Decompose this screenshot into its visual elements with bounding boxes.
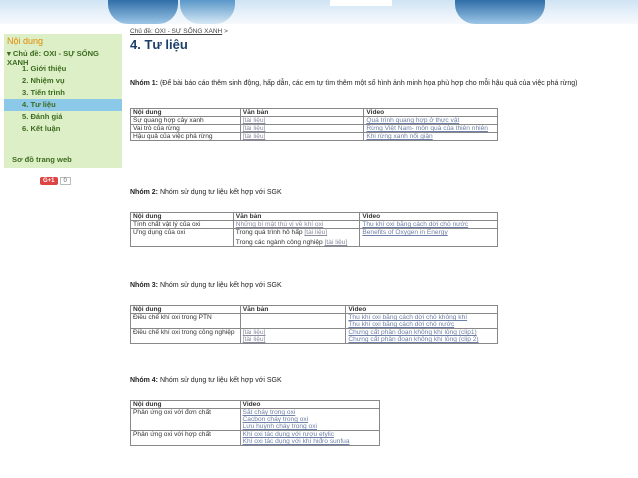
- gplus-widget: G+1 0: [40, 177, 71, 185]
- empty-cell: [239, 313, 347, 329]
- document-link[interactable]: [tài liệu]: [304, 229, 327, 236]
- table-row: Tính chất vật lý của oxi Những bí mật th…: [130, 220, 498, 229]
- column-header: Văn bản: [232, 212, 361, 221]
- group1-table: Nội dung Văn bản Video Sự quang hợp cây …: [130, 108, 498, 141]
- group4-description: Nhóm sử dụng tư liệu kết hợp với SGK: [159, 377, 282, 384]
- video-link[interactable]: Cacbon cháy trong oxi: [243, 416, 309, 423]
- gplus-button[interactable]: G+1: [40, 177, 58, 185]
- table-header-row: Nội dung Video: [130, 400, 381, 409]
- sidebar-item-tien-trinh[interactable]: 3. Tiến trình: [4, 87, 122, 99]
- sidebar-item-danh-gia[interactable]: 5. Đánh giá: [4, 111, 122, 123]
- column-header: Nội dung: [130, 212, 234, 221]
- table-row: Phản ứng oxi với hợp chất Khí oxi tác dụ…: [130, 430, 381, 446]
- document-link[interactable]: [tài liệu]: [243, 133, 266, 140]
- column-header: Video: [363, 108, 498, 117]
- document-link[interactable]: Những bí mật thú vị về khí oxi: [236, 221, 324, 228]
- document-label: Trong các ngành công nghiệp: [235, 239, 323, 246]
- table-row: Điều chế khí oxi trong công nghiệp [tài …: [130, 328, 498, 344]
- group2-table: Nội dung Văn bản Video Tính chất vật lý …: [130, 212, 498, 247]
- gplus-count: 0: [59, 177, 71, 185]
- group1-label: Nhóm 1:: [130, 80, 158, 87]
- video-link[interactable]: Thu khí oxi bằng cách dời chỗ nước: [348, 321, 454, 328]
- table-row: Ứng dụng của oxi Trong quá trình hô hấp …: [130, 228, 498, 247]
- video-link[interactable]: Khí oxi tác dụng với khí hiđro sunfua: [243, 438, 350, 445]
- column-header: Nội dung: [130, 108, 241, 117]
- header-banner: [0, 0, 638, 24]
- table-header-row: Nội dung Văn bản Video: [130, 212, 498, 221]
- content-cell: Ứng dụng của oxi: [130, 228, 234, 247]
- column-header: Video: [345, 305, 498, 314]
- group2-description: Nhóm sử dụng tư liệu kết hợp với SGK: [159, 189, 282, 196]
- document-label: Trong quá trình hô hấp: [235, 229, 303, 236]
- breadcrumb: Chủ đề: OXI - SỰ SỐNG XANH >: [130, 28, 630, 35]
- group3-label: Nhóm 3:: [130, 282, 158, 289]
- document-link[interactable]: [tài liệu]: [243, 329, 266, 336]
- sidebar-nav: Nội dung ▾ Chủ đề: OXI - SỰ SỐNG XANH 1.…: [4, 34, 122, 168]
- video-link[interactable]: Rừng Việt Nam- môn quà của thiên nhiên: [366, 125, 488, 132]
- document-link[interactable]: [tài liệu]: [325, 239, 348, 246]
- content-cell: Sự quang hợp cây xanh: [130, 116, 241, 125]
- table-header-row: Nội dung Văn bản Video: [130, 108, 498, 117]
- table-row: Sự quang hợp cây xanh [tài liệu] Quá trì…: [130, 116, 498, 125]
- group3-table: Nội dung Văn bản Video Điều chế khí oxi …: [130, 305, 498, 344]
- table-row: Phản ứng oxi với đơn chất Sắt cháy trong…: [130, 408, 381, 431]
- column-header: Video: [239, 400, 381, 409]
- group1-heading: Nhóm 1: (Để bài báo cáo thêm sinh động, …: [130, 80, 630, 87]
- column-header: Nội dung: [130, 400, 241, 409]
- content-cell: Điều chế khí oxi trong công nghiệp: [130, 328, 241, 344]
- document-link[interactable]: [tài liệu]: [243, 117, 266, 124]
- document-link[interactable]: [tài liệu]: [243, 336, 266, 343]
- sidebar-item-nhiem-vu[interactable]: 2. Nhiệm vụ: [4, 75, 122, 87]
- video-link[interactable]: Lưu huỳnh cháy trong oxi: [243, 423, 317, 430]
- column-header: Nội dung: [130, 305, 241, 314]
- document-link[interactable]: [tài liệu]: [243, 125, 266, 132]
- content-cell: Vai trò của rừng: [130, 124, 241, 133]
- video-link[interactable]: Chưng cất phân đoạn không khí lỏng (clip…: [348, 329, 476, 336]
- group4-table: Nội dung Video Phản ứng oxi với đơn chất…: [130, 400, 381, 446]
- group2-heading: Nhóm 2: Nhóm sử dụng tư liệu kết hợp với…: [130, 189, 282, 196]
- column-header: Văn bản: [239, 305, 347, 314]
- video-link[interactable]: Chưng cất phân đoạn không khí lỏng (clip…: [348, 336, 478, 343]
- group4-heading: Nhóm 4: Nhóm sử dụng tư liệu kết hợp với…: [130, 377, 282, 384]
- sidebar-item-tu-lieu[interactable]: 4. Tư liệu: [4, 99, 122, 111]
- video-link[interactable]: Sắt cháy trong oxi: [243, 409, 296, 416]
- content-cell: Tính chất vật lý của oxi: [130, 220, 234, 229]
- video-link[interactable]: Thu khí oxi bằng cách dời chỗ không khí: [348, 314, 467, 321]
- banner-image-right: [455, 0, 545, 24]
- video-link[interactable]: Khi rừng xanh nổi giận: [366, 133, 432, 140]
- sidebar-item-ket-luan[interactable]: 6. Kết luận: [4, 123, 122, 135]
- breadcrumb-topic-link[interactable]: Chủ đề: OXI - SỰ SỐNG XANH: [130, 28, 222, 35]
- content-cell: Phản ứng oxi với đơn chất: [130, 408, 241, 431]
- video-link[interactable]: Khí oxi tác dụng với rượu etylic: [243, 431, 335, 438]
- group2-label: Nhóm 2:: [130, 189, 158, 196]
- group3-heading: Nhóm 3: Nhóm sử dụng tư liệu kết hợp với…: [130, 282, 282, 289]
- banner-notice: [330, 0, 392, 6]
- breadcrumb-separator: >: [224, 28, 228, 35]
- group1-description: (Để bài báo cáo thêm sinh động, hấp dẫn,…: [159, 80, 578, 87]
- video-link[interactable]: Thu khí oxi bằng cách dời chỗ nước: [362, 221, 468, 228]
- main-content: Chủ đề: OXI - SỰ SỐNG XANH > 4. Tư liệu: [130, 28, 630, 52]
- table-row: Điều chế khí oxi trong PTN Thu khí oxi b…: [130, 313, 498, 329]
- group4-label: Nhóm 4:: [130, 377, 158, 384]
- banner-image-left: [108, 0, 178, 24]
- group3-description: Nhóm sử dụng tư liệu kết hợp với SGK: [159, 282, 282, 289]
- sidebar-item-gioi-thieu[interactable]: 1. Giới thiệu: [4, 63, 122, 75]
- banner-image-left-2: [180, 0, 235, 24]
- table-row: Vai trò của rừng [tài liệu] Rừng Việt Na…: [130, 124, 498, 133]
- sidebar-heading: Nội dung: [7, 36, 44, 46]
- content-cell: Phản ứng oxi với hợp chất: [130, 430, 241, 446]
- column-header: Văn bản: [239, 108, 365, 117]
- page-title: 4. Tư liệu: [130, 37, 188, 52]
- column-header: Video: [359, 212, 498, 221]
- table-row: Hậu quả của việc phá rừng [tài liệu] Khi…: [130, 132, 498, 141]
- content-cell: Điều chế khí oxi trong PTN: [130, 313, 241, 329]
- sidebar-sitemap-link[interactable]: Sơ đồ trang web: [12, 155, 72, 164]
- content-cell: Hậu quả của việc phá rừng: [130, 132, 241, 141]
- video-link[interactable]: Quá trình quang hợp ở thực vật: [366, 117, 459, 124]
- table-header-row: Nội dung Văn bản Video: [130, 305, 498, 314]
- video-link[interactable]: Benefits of Oxygen in Energy: [362, 229, 447, 236]
